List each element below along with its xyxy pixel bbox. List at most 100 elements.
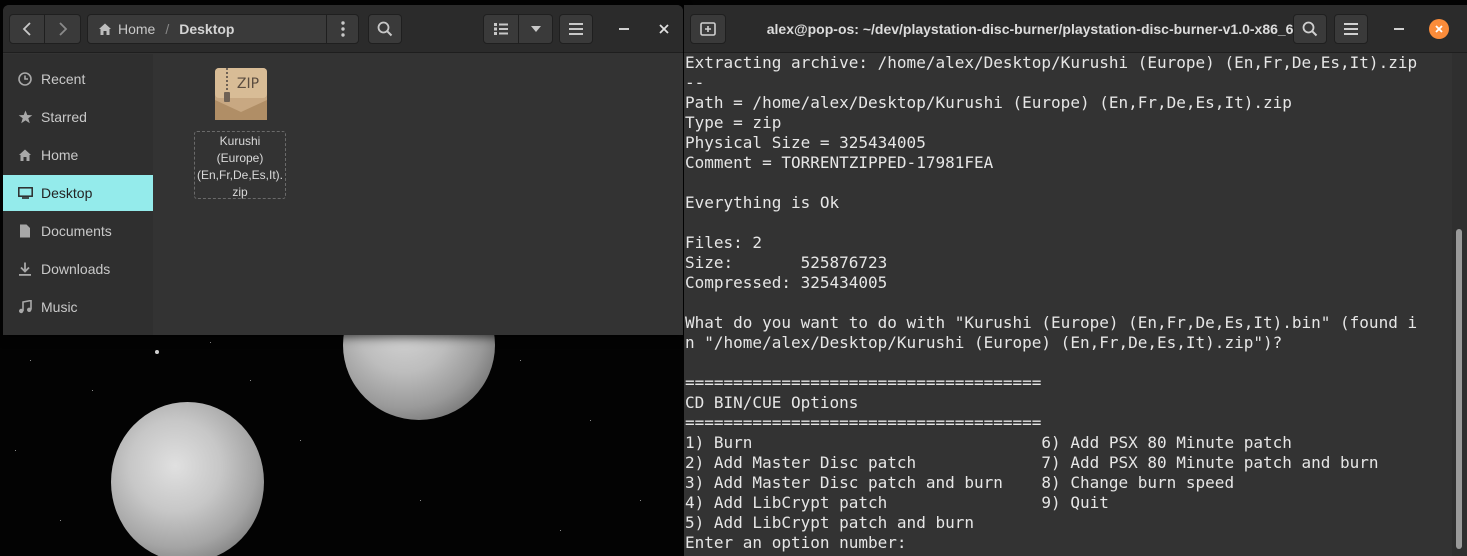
view-options-button[interactable] bbox=[519, 14, 553, 44]
file-manager-header: Home / Desktop bbox=[3, 5, 683, 53]
star bbox=[590, 420, 591, 421]
file-name-line: zip bbox=[232, 185, 248, 199]
search-icon bbox=[1302, 21, 1318, 37]
terminal-prompt: Enter an option number: bbox=[685, 533, 907, 552]
terminal-header: alex@pop-os: ~/dev/playstation-disc-burn… bbox=[684, 5, 1467, 53]
minimize-icon bbox=[619, 28, 629, 30]
sidebar-item-label: Home bbox=[41, 147, 79, 163]
close-button[interactable] bbox=[1429, 19, 1449, 39]
file-manager-window: Home / Desktop Recent Starred Home Deskt… bbox=[3, 5, 683, 335]
search-button[interactable] bbox=[368, 14, 402, 44]
star bbox=[640, 500, 641, 501]
moon-image bbox=[155, 350, 159, 354]
search-button[interactable] bbox=[1293, 14, 1327, 44]
menu-button[interactable] bbox=[559, 14, 593, 44]
breadcrumb-home-label: Home bbox=[118, 21, 156, 37]
music-icon bbox=[17, 299, 33, 315]
list-view-icon bbox=[494, 23, 508, 35]
breadcrumb-current[interactable]: Desktop bbox=[179, 21, 234, 37]
sidebar-item-recent[interactable]: Recent bbox=[3, 61, 153, 97]
star bbox=[60, 520, 61, 521]
minimize-icon bbox=[1394, 28, 1404, 30]
star-icon bbox=[17, 109, 33, 125]
sidebar-item-starred[interactable]: Starred bbox=[3, 99, 153, 135]
document-icon bbox=[17, 223, 33, 239]
star bbox=[210, 342, 211, 343]
vertical-dots-icon bbox=[340, 21, 345, 37]
terminal-line: 5) Add LibCrypt patch and burn bbox=[685, 513, 974, 532]
terminal-line: n "/home/alex/Desktop/Kurushi (Europe) (… bbox=[685, 333, 1283, 352]
moon-image bbox=[111, 402, 264, 556]
file-name-line: (Europe) bbox=[216, 151, 264, 165]
new-tab-icon bbox=[700, 22, 716, 36]
back-button[interactable] bbox=[9, 14, 45, 44]
terminal-line: ===================================== bbox=[685, 413, 1042, 432]
terminal-line: ===================================== bbox=[685, 373, 1042, 392]
breadcrumb-separator: / bbox=[165, 21, 170, 37]
sidebar-item-home[interactable]: Home bbox=[3, 137, 153, 173]
sidebar-item-documents[interactable]: Documents bbox=[3, 213, 153, 249]
file-name-line: (En,Fr,De,Es,It). bbox=[196, 168, 283, 182]
sidebar-item-music[interactable]: Music bbox=[3, 289, 153, 325]
terminal-line: Files: 2 bbox=[685, 233, 763, 252]
terminal-line: Everything is Ok bbox=[685, 193, 840, 212]
terminal-line: Size: 525876723 bbox=[685, 253, 888, 272]
forward-button[interactable] bbox=[45, 14, 81, 44]
star bbox=[560, 530, 561, 531]
minimize-button[interactable] bbox=[1384, 14, 1414, 44]
window-title: alex@pop-os: ~/dev/playstation-disc-burn… bbox=[766, 21, 1302, 37]
file-view: ZIP Kurushi (Europe) (En,Fr,De,Es,It). z… bbox=[153, 54, 683, 335]
terminal-line: 2) Add Master Disc patch 7) Add PSX 80 M… bbox=[685, 453, 1379, 472]
terminal-output[interactable]: Extracting archive: /home/alex/Desktop/K… bbox=[684, 53, 1452, 556]
star bbox=[520, 360, 521, 361]
star bbox=[300, 440, 301, 441]
close-icon bbox=[1435, 25, 1443, 33]
sidebar-item-label: Documents bbox=[41, 223, 112, 239]
file-name-line: Kurushi bbox=[219, 134, 261, 148]
scrollbar-thumb[interactable] bbox=[1456, 229, 1462, 549]
minimize-button[interactable] bbox=[609, 14, 639, 44]
chevron-down-icon bbox=[530, 26, 541, 32]
hamburger-icon bbox=[1344, 23, 1358, 35]
menu-button[interactable] bbox=[1334, 14, 1368, 44]
star bbox=[30, 360, 31, 361]
home-icon bbox=[17, 147, 33, 163]
terminal-line: Physical Size = 325434005 bbox=[685, 133, 926, 152]
terminal-window: alex@pop-os: ~/dev/playstation-disc-burn… bbox=[684, 5, 1467, 556]
download-icon bbox=[17, 261, 33, 277]
scrollbar[interactable] bbox=[1452, 53, 1467, 556]
clock-icon bbox=[17, 71, 33, 87]
close-button[interactable] bbox=[649, 14, 679, 44]
sidebar: Recent Starred Home Desktop Documents Do… bbox=[3, 54, 153, 335]
terminal-line: What do you want to do with "Kurushi (Eu… bbox=[685, 313, 1418, 332]
path-menu-button[interactable] bbox=[326, 15, 358, 43]
star bbox=[92, 390, 93, 391]
terminal-line: Comment = TORRENTZIPPED-17981FEA bbox=[685, 153, 994, 172]
search-icon bbox=[377, 21, 393, 37]
terminal-line: CD BIN/CUE Options bbox=[685, 393, 859, 412]
terminal-line: Type = zip bbox=[685, 113, 782, 132]
sidebar-item-downloads[interactable]: Downloads bbox=[3, 251, 153, 287]
star bbox=[420, 500, 421, 501]
close-icon bbox=[659, 24, 669, 34]
terminal-line: Path = /home/alex/Desktop/Kurushi (Europ… bbox=[685, 93, 1292, 112]
terminal-line: Extracting archive: /home/alex/Desktop/K… bbox=[685, 53, 1418, 72]
terminal-line: 4) Add LibCrypt patch 9) Quit bbox=[685, 493, 1109, 512]
sidebar-item-label: Downloads bbox=[41, 261, 111, 277]
zip-archive-icon: ZIP bbox=[215, 68, 267, 120]
terminal-line: 1) Burn 6) Add PSX 80 Minute patch bbox=[685, 433, 1292, 452]
breadcrumb-home[interactable]: Home bbox=[88, 21, 155, 37]
new-tab-button[interactable] bbox=[690, 14, 726, 44]
view-toggle-button[interactable] bbox=[483, 14, 519, 44]
sidebar-item-label: Starred bbox=[41, 109, 87, 125]
sidebar-item-label: Desktop bbox=[41, 185, 93, 201]
terminal-line: Compressed: 325434005 bbox=[685, 273, 888, 292]
zip-icon-text: ZIP bbox=[237, 76, 259, 92]
sidebar-item-desktop[interactable]: Desktop bbox=[3, 175, 153, 211]
star bbox=[250, 380, 251, 381]
chevron-left-icon bbox=[22, 22, 31, 36]
hamburger-icon bbox=[569, 23, 583, 35]
desktop-icon bbox=[17, 185, 33, 201]
file-name: Kurushi (Europe) (En,Fr,De,Es,It). zip bbox=[194, 131, 286, 199]
terminal-line: -- bbox=[685, 73, 705, 92]
